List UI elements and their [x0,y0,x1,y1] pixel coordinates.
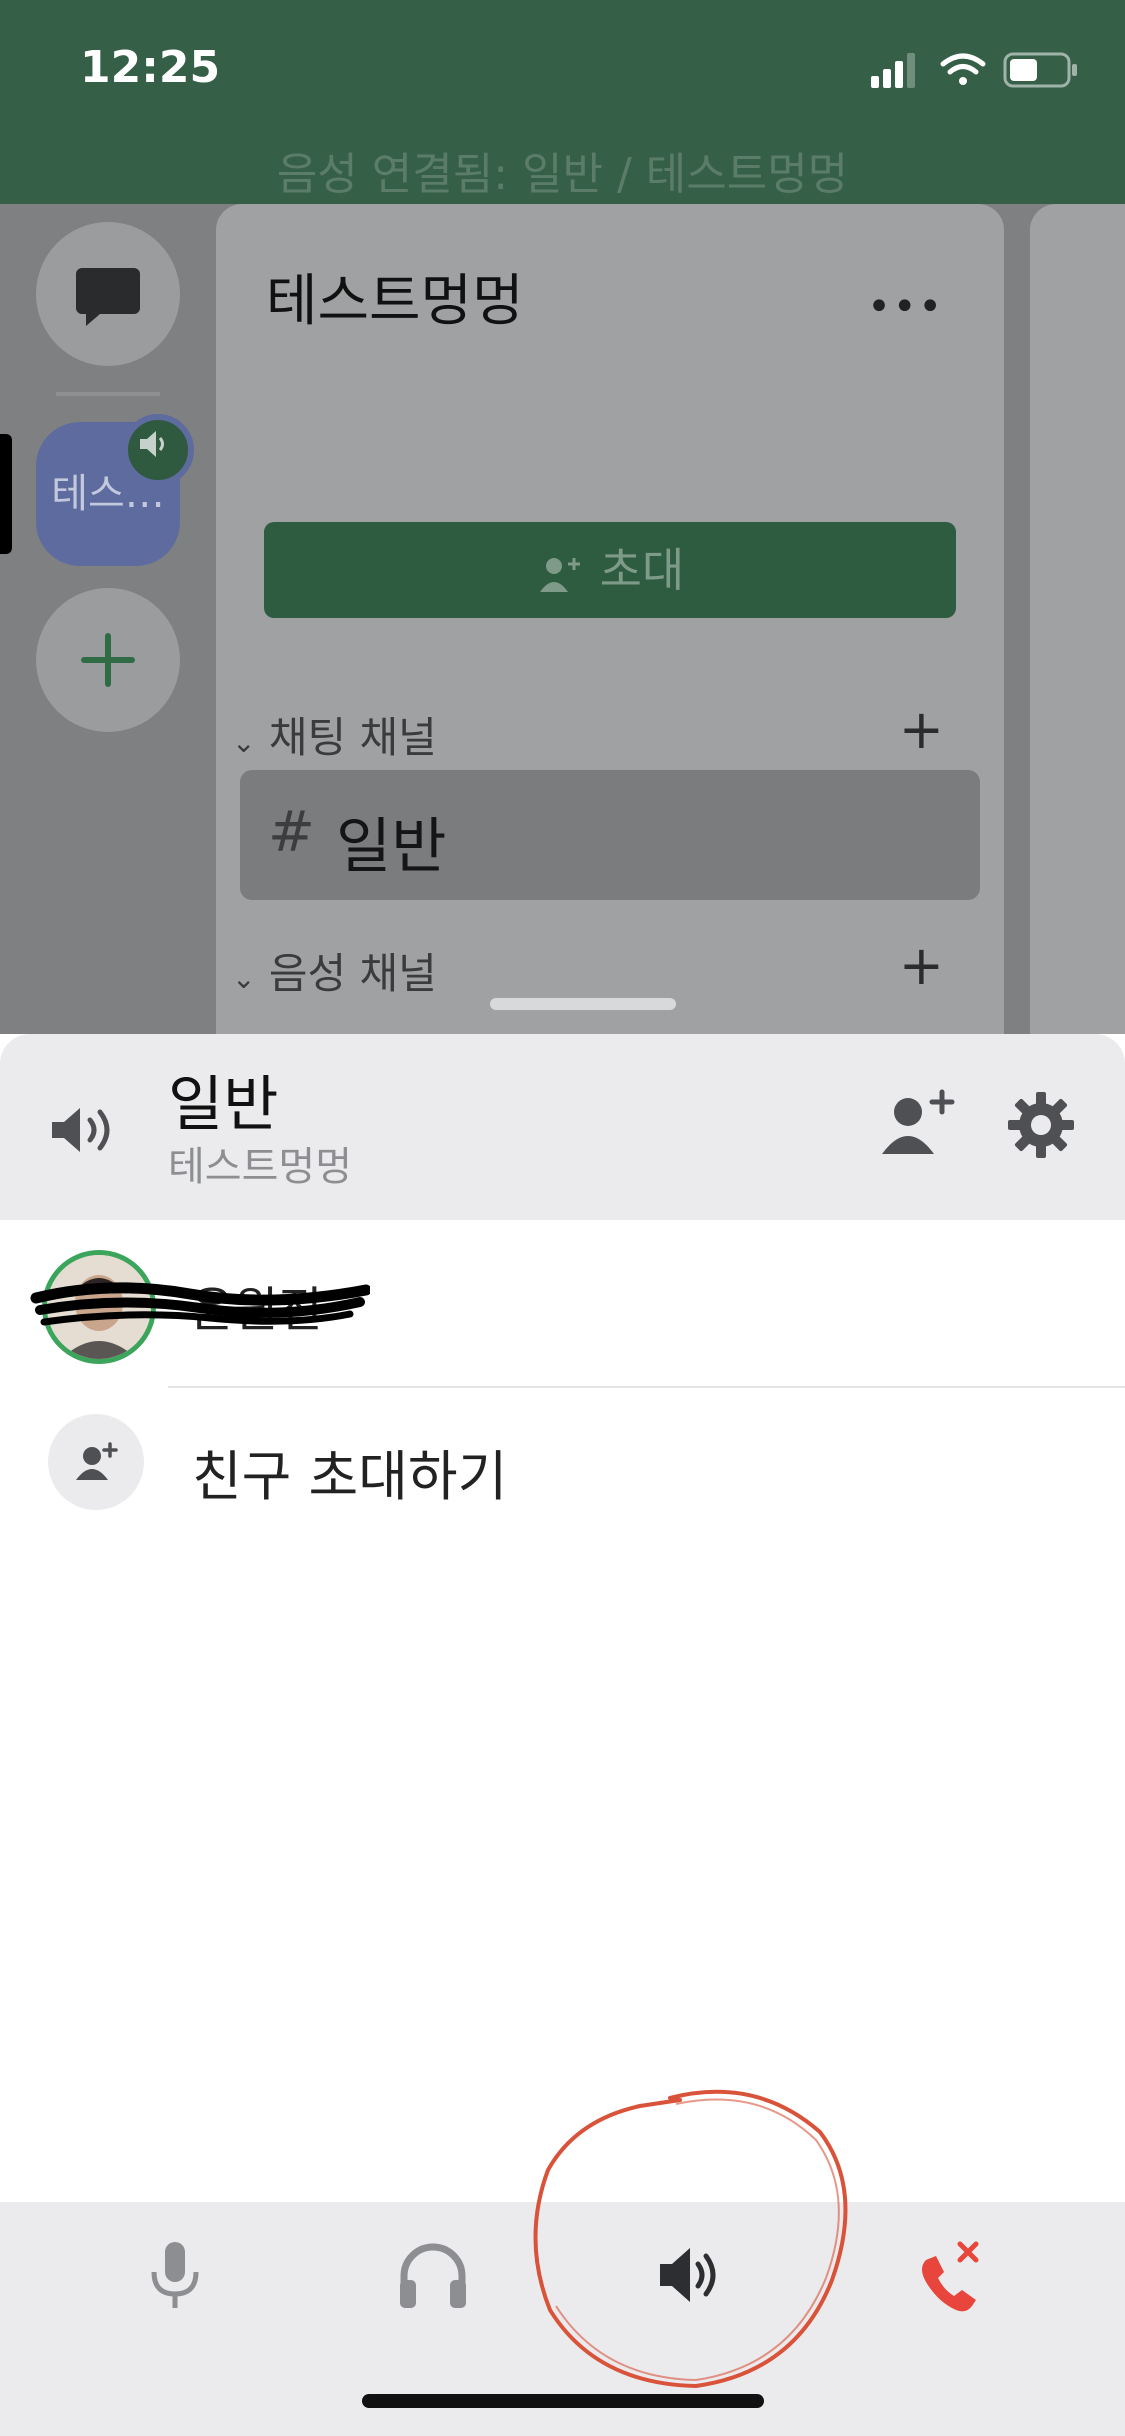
category-voice-label: 음성 채널 [268,949,437,998]
active-server-indicator [0,434,12,554]
channel-name: 일반 [336,812,447,882]
headphones-icon[interactable] [388,2230,478,2320]
invite-button[interactable]: 초대 [264,522,956,618]
speaker-icon [140,431,164,457]
add-user-icon [539,557,580,592]
voice-server-subtitle: 테스트멍멍 [168,1144,352,1190]
rail-divider [56,392,160,396]
status-icons [871,52,1077,88]
add-server-button[interactable] [36,588,180,732]
wifi-icon [940,53,986,85]
home-indicator [362,2394,764,2408]
sheet-header: 일반 테스트멍멍 [0,1034,1125,1220]
annotation-circle [533,2089,848,2389]
disconnect-call-icon[interactable] [904,2230,994,2320]
chat-bubble-icon [76,268,140,326]
server-name[interactable]: 테스트멍멍 [266,256,524,337]
direct-messages-button[interactable] [36,222,180,366]
sheet-grab-handle[interactable] [490,998,676,1010]
invite-label: 초대 [599,543,685,597]
invite-friends-label: 친구 초대하기 [192,1445,508,1508]
channel-panel: 테스트멍멍 ••• 초대 ⌄ 채팅 채널 + # 일반 ⌄ 음성 채널 + [216,204,1004,1034]
invite-friends-icon-wrap [48,1414,144,1510]
chat-panel-peek [1030,204,1125,1034]
server-rail: 테스… [0,204,214,1034]
plus-icon [81,633,135,687]
add-user-icon [76,1442,118,1480]
hash-icon: # [268,800,315,865]
microphone-icon[interactable] [130,2230,220,2320]
redaction-scribble [30,1282,370,1326]
speaker-icon [52,1108,110,1152]
more-options-icon[interactable]: ••• [867,284,944,330]
voice-channel-title: 일반 [168,1070,279,1140]
category-chat-label: 채팅 채널 [268,713,437,762]
list-divider [168,1386,1125,1388]
add-user-icon[interactable] [880,1088,956,1160]
category-voice[interactable]: ⌄ 음성 채널 [232,940,437,1001]
voice-active-badge [122,414,194,486]
voice-connected-banner[interactable]: 음성 연결됨: 일반 / 테스트멍멍 [0,138,1125,202]
voice-member-row[interactable]: 윤원진 [0,1220,1125,1386]
category-chat[interactable]: ⌄ 채팅 채널 [232,704,437,765]
status-bar: 12:25 음성 연결됨: 일반 / 테스트멍멍 [0,0,1125,204]
clock: 12:25 [80,42,221,93]
add-chat-channel-button[interactable]: + [899,698,944,761]
chevron-down-icon: ⌄ [232,962,256,995]
add-voice-channel-button[interactable]: + [899,934,944,997]
chevron-down-icon: ⌄ [232,726,256,759]
gear-icon[interactable] [1006,1090,1076,1160]
signal-icon [871,53,915,88]
dimmed-background: 테스… 테스트멍멍 ••• 초대 ⌄ 채팅 채널 + # 일반 ⌄ 음성 채널 … [0,204,1125,1034]
battery-icon [1003,52,1077,88]
channel-item-general[interactable]: # 일반 [240,770,980,900]
invite-friends-row[interactable]: 친구 초대하기 [0,1390,1125,1540]
